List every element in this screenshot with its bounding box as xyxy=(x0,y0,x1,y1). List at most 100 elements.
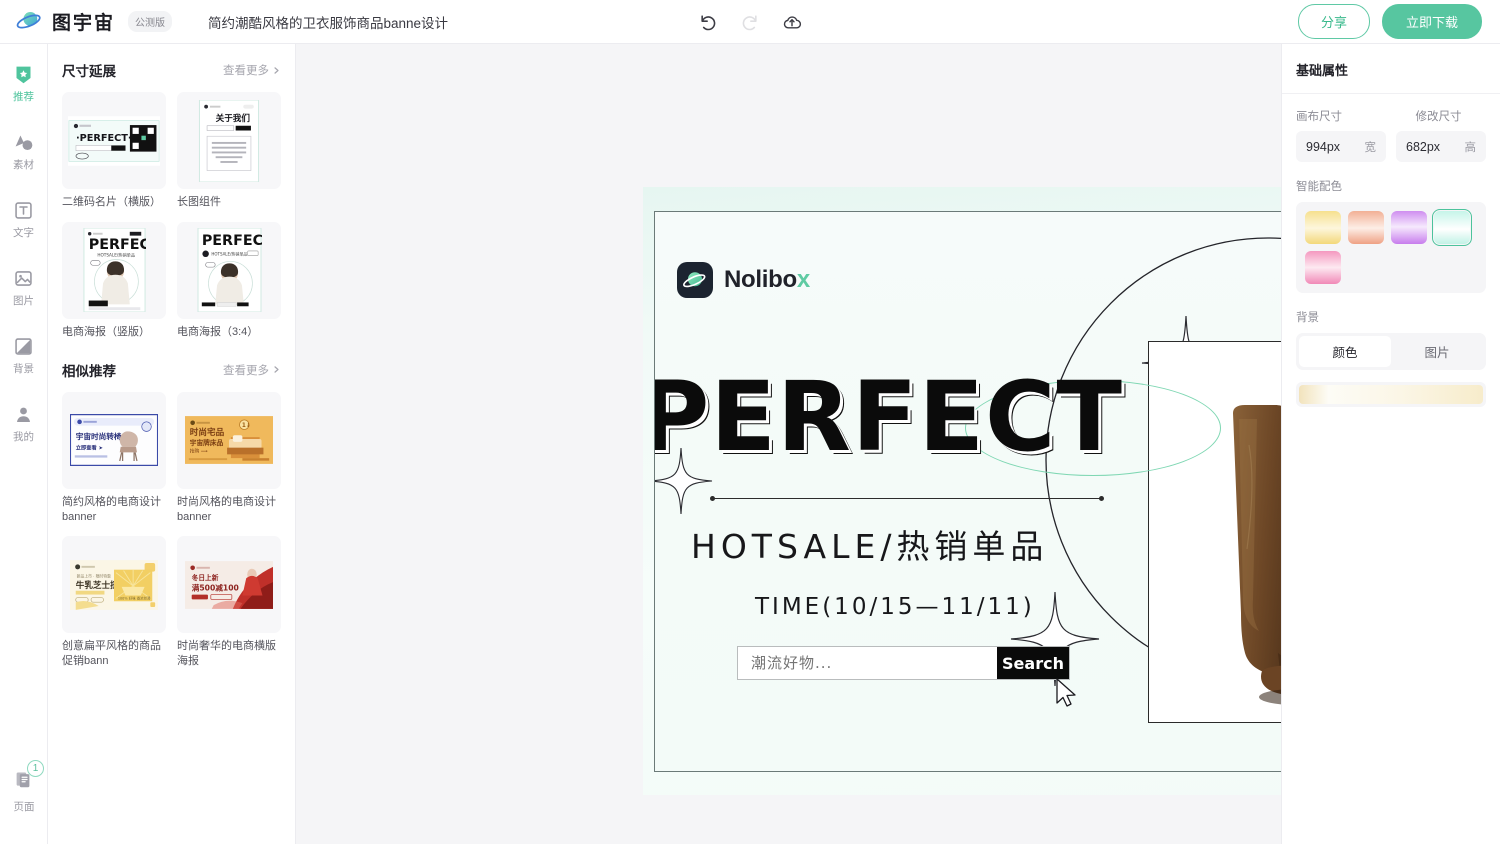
template-thumbnail: PERFECT HOTSALE/热销单品 xyxy=(177,221,281,319)
background-gradient-swatch xyxy=(1299,385,1483,404)
search-input[interactable] xyxy=(738,647,997,679)
palette-swatch-coral[interactable] xyxy=(1348,211,1384,244)
nolibox-logo-icon xyxy=(677,262,713,298)
svg-text:满500减100: 满500减100 xyxy=(192,583,239,593)
template-label: 创意扁平风格的商品促销bann xyxy=(62,640,161,668)
download-button[interactable]: 立即下载 xyxy=(1381,4,1482,39)
template-card[interactable]: 宇宙时尚转椅 立即查看 ➤ 简约风格的电商设计banner xyxy=(62,391,166,525)
share-button[interactable]: 分享 xyxy=(1297,4,1370,39)
redo-icon[interactable] xyxy=(740,12,760,32)
properties-panel: 基础属性 画布尺寸 修改尺寸 994px 宽 682px 高 智能配色 背景 颜… xyxy=(1281,44,1500,844)
template-thumbnail: 宇宙时尚转椅 立即查看 ➤ xyxy=(62,391,166,489)
rail-item-assets[interactable]: 素材 xyxy=(0,132,48,172)
svg-text:·PERFECT·: ·PERFECT· xyxy=(76,133,132,144)
section-more-link[interactable]: 查看更多 xyxy=(223,362,281,378)
divider-line xyxy=(710,496,1104,501)
section-more-link[interactable]: 查看更多 xyxy=(223,62,281,78)
text-t-icon xyxy=(13,200,34,221)
template-card[interactable]: 冬日上新 满500减100 时尚奢华的电商横版海报 xyxy=(177,536,281,669)
cursor-arrow-icon xyxy=(1056,678,1076,707)
rail-item-pages[interactable]: 1 页面 xyxy=(0,760,48,814)
svg-text:牛乳芝士挞: 牛乳芝士挞 xyxy=(76,579,119,591)
background-preview[interactable] xyxy=(1296,382,1486,407)
canvas-width-field[interactable]: 994px 宽 xyxy=(1296,131,1386,162)
template-panel: 尺寸延展 查看更多 ·PERFECT· 二维码名片（横版） 关于我们 长图组件 … xyxy=(48,44,296,844)
rail-item-background[interactable]: 背景 xyxy=(0,336,48,376)
template-label: 二维码名片（横版） xyxy=(62,196,161,208)
nolibox-wordmark: Nolibox xyxy=(724,266,810,294)
svg-text:宇宙时尚转椅: 宇宙时尚转椅 xyxy=(76,431,122,441)
tab-background-color[interactable]: 颜色 xyxy=(1299,336,1391,367)
template-card[interactable]: 关于我们 长图组件 xyxy=(177,92,281,210)
user-icon xyxy=(13,404,34,425)
width-unit: 宽 xyxy=(1364,141,1377,154)
canvas-stage[interactable]: 限/时 xyxy=(296,44,1281,844)
palette-swatch-purple[interactable] xyxy=(1391,211,1427,244)
svg-text:时尚宅品: 时尚宅品 xyxy=(190,426,225,438)
template-label: 时尚奢华的电商横版海报 xyxy=(177,640,276,668)
template-card[interactable]: ·PERFECT· 二维码名片（横版） xyxy=(62,92,166,210)
time-range-text[interactable]: TIME(10/15—11/11) xyxy=(755,594,1035,620)
rail-item-text[interactable]: 文字 xyxy=(0,200,48,240)
cloud-upload-icon[interactable] xyxy=(782,12,802,32)
app-root: 图宇宙 公测版 简约潮酷风格的卫衣服饰商品banne设计 分享 立即下载 推荐 … xyxy=(0,0,1500,844)
template-thumbnail: 时尚宅品 宇宙牌床品 抢购 ⟶ 1↓ xyxy=(177,391,281,489)
rail-label: 图片 xyxy=(13,295,34,307)
svg-text:关于我们: 关于我们 xyxy=(216,111,251,123)
canvas-brand: Nolibox xyxy=(677,262,810,298)
template-thumbnail: PERFECT HOTSALE/热销单品 xyxy=(62,221,166,319)
size-labels-row: 画布尺寸 修改尺寸 xyxy=(1296,108,1486,124)
rail-item-image[interactable]: 图片 xyxy=(0,268,48,308)
undo-icon[interactable] xyxy=(698,12,718,32)
tab-background-image[interactable]: 图片 xyxy=(1391,336,1483,367)
modify-size-label[interactable]: 修改尺寸 xyxy=(1391,108,1486,124)
canvas-wrapper: 限/时 xyxy=(643,187,1281,795)
template-thumbnail: ·PERFECT· xyxy=(62,92,166,189)
headline-block[interactable]: PERFECT xyxy=(655,369,1199,479)
canvas-search-bar[interactable]: Search xyxy=(737,646,1070,680)
image-icon xyxy=(13,268,34,289)
template-thumbnail: 冬日上新 满500减100 xyxy=(177,536,281,634)
template-card[interactable]: PERFECT HOTSALE/热销单品 xyxy=(177,221,281,340)
canvas-height-field[interactable]: 682px 高 xyxy=(1396,131,1486,162)
artboard-background: 限/时 xyxy=(643,187,1281,795)
main-body: 推荐 素材 文字 图片 背景 我的 1 页面 尺寸延展 查看更多 ·PERFEC… xyxy=(0,44,1500,844)
template-thumbnail: 新品上市 · 限时特惠 牛乳芝士挞 100% 好味 香浓丝滑 xyxy=(62,536,166,634)
template-card[interactable]: 时尚宅品 宇宙牌床品 抢购 ⟶ 1↓ 时尚风格的电商设计banner xyxy=(177,391,281,525)
palette-swatch-mint[interactable] xyxy=(1432,209,1472,246)
svg-text:HOTSALE/热销单品: HOTSALE/热销单品 xyxy=(211,251,247,257)
document-title[interactable]: 简约潮酷风格的卫衣服饰商品banne设计 xyxy=(208,12,448,32)
size-fields-row: 994px 宽 682px 高 xyxy=(1296,131,1486,162)
brand-area[interactable]: 图宇宙 公测版 xyxy=(0,8,173,35)
page-count-badge: 1 xyxy=(27,760,44,777)
template-label: 时尚风格的电商设计banner xyxy=(177,495,276,523)
svg-text:PERFECT: PERFECT xyxy=(201,234,261,250)
palette-swatch-pink[interactable] xyxy=(1305,251,1341,284)
search-button[interactable]: Search xyxy=(997,647,1069,679)
history-tools xyxy=(698,12,802,32)
svg-text:PERFECT: PERFECT xyxy=(88,237,145,253)
palette-swatch-yellow[interactable] xyxy=(1305,211,1341,244)
top-actions: 分享 立即下载 xyxy=(1297,4,1500,39)
brand-name: 图宇宙 xyxy=(52,13,116,34)
nolibox-accent: x xyxy=(796,266,810,293)
svg-text:HOTSALE/热销单品: HOTSALE/热销单品 xyxy=(97,252,135,259)
palette-swatches xyxy=(1296,202,1486,293)
template-card[interactable]: 新品上市 · 限时特惠 牛乳芝士挞 100% 好味 香浓丝滑 创意扁平风格的商品… xyxy=(62,536,166,669)
left-rail: 推荐 素材 文字 图片 背景 我的 1 页面 xyxy=(0,44,48,844)
rail-item-recommend[interactable]: 推荐 xyxy=(0,64,48,104)
background-label: 背景 xyxy=(1296,312,1319,324)
more-label: 查看更多 xyxy=(223,65,269,77)
height-unit: 高 xyxy=(1464,141,1477,154)
nolibox-main: Nolibo xyxy=(724,266,797,293)
artboard[interactable]: 限/时 xyxy=(654,211,1281,772)
svg-text:宇宙牌床品: 宇宙牌床品 xyxy=(190,438,224,447)
subheadline-text[interactable]: HOTSALE/热销单品 xyxy=(691,520,1048,568)
rail-item-mine[interactable]: 我的 xyxy=(0,404,48,444)
rail-label: 推荐 xyxy=(13,91,34,103)
background-icon xyxy=(13,336,34,357)
template-card[interactable]: PERFECT HOTSALE/热销单品 电商海报（竖版） xyxy=(62,221,166,340)
section-title: 相似推荐 xyxy=(62,363,116,379)
width-value: 994px xyxy=(1306,139,1341,154)
